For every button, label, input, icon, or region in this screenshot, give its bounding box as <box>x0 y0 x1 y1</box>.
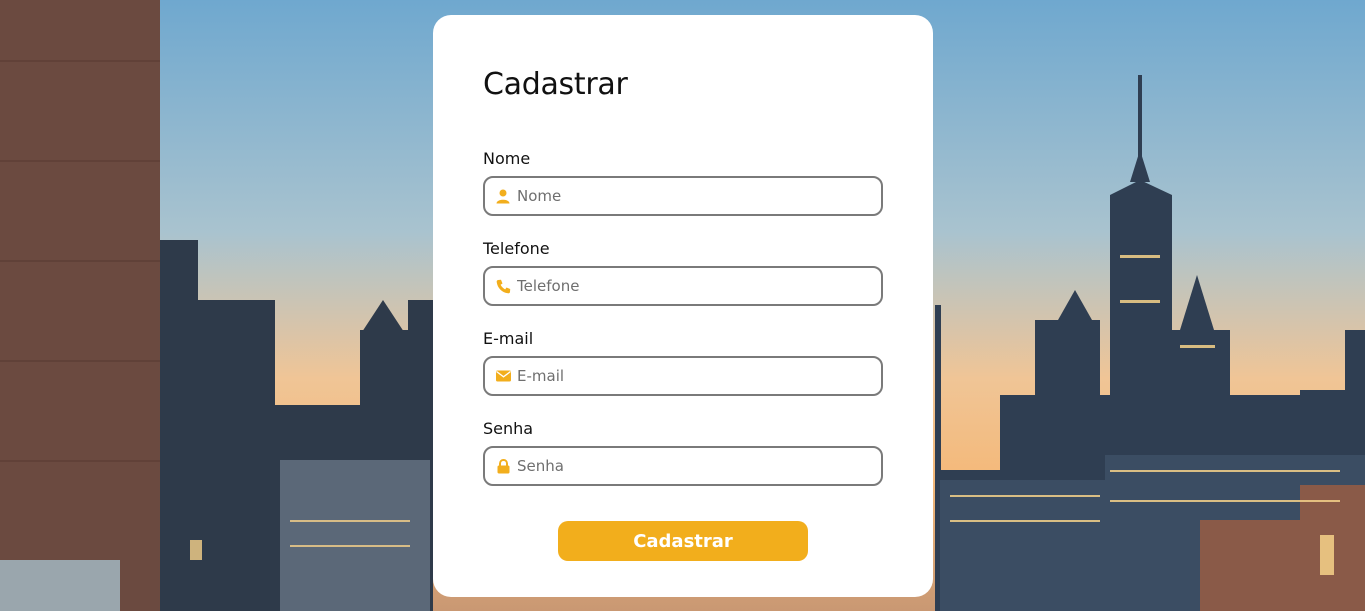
signup-card: Cadastrar Nome Telefone E-mail Senha Cad… <box>433 15 933 597</box>
page-title: Cadastrar <box>483 67 628 102</box>
email-field[interactable] <box>483 356 883 396</box>
password-label: Senha <box>483 419 534 438</box>
name-label: Nome <box>483 149 531 168</box>
lock-icon <box>495 458 511 474</box>
phone-label: Telefone <box>483 239 550 258</box>
phone-input[interactable] <box>517 277 857 295</box>
name-input[interactable] <box>517 187 857 205</box>
password-field[interactable] <box>483 446 883 486</box>
email-input[interactable] <box>517 367 857 385</box>
name-field[interactable] <box>483 176 883 216</box>
user-icon <box>495 188 511 204</box>
phone-icon <box>495 278 511 294</box>
submit-button[interactable]: Cadastrar <box>558 521 808 561</box>
email-label: E-mail <box>483 329 534 348</box>
phone-field[interactable] <box>483 266 883 306</box>
envelope-icon <box>495 368 511 384</box>
password-input[interactable] <box>517 457 857 475</box>
